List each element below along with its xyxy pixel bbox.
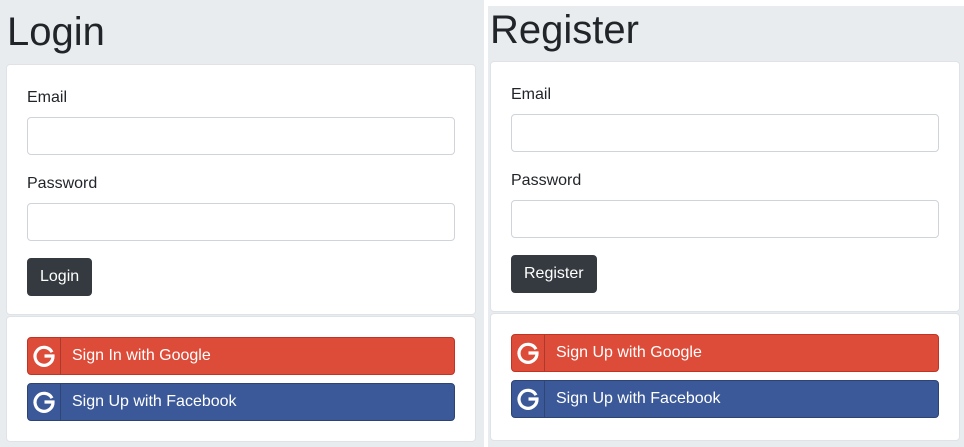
login-facebook-button[interactable]: Sign Up with Facebook: [27, 383, 455, 421]
register-password-input[interactable]: [511, 200, 939, 238]
register-password-label: Password: [511, 172, 582, 189]
register-google-button[interactable]: Sign Up with Google: [511, 334, 939, 372]
register-button[interactable]: Register: [511, 255, 597, 293]
login-email-input[interactable]: [27, 117, 455, 155]
register-form-card: Email Password Register: [490, 61, 960, 312]
register-facebook-button[interactable]: Sign Up with Facebook: [511, 380, 939, 418]
login-password-label: Password: [27, 175, 98, 192]
register-email-input[interactable]: [511, 114, 939, 152]
register-social-card: Sign Up with Google Sign Up with Faceboo…: [490, 313, 960, 441]
login-email-label: Email: [27, 89, 68, 106]
login-facebook-label: Sign Up with Facebook: [72, 393, 237, 410]
google-icon: [28, 384, 61, 420]
register-panel: Register Email Password Register Sign Up…: [488, 6, 964, 447]
register-email-label: Email: [511, 86, 552, 103]
login-title: Login: [7, 10, 105, 54]
register-google-label: Sign Up with Google: [556, 344, 702, 361]
login-button[interactable]: Login: [27, 258, 93, 296]
google-icon: [28, 338, 61, 374]
login-password-input[interactable]: [27, 203, 455, 241]
register-facebook-label: Sign Up with Facebook: [556, 390, 721, 407]
register-title: Register: [490, 8, 639, 52]
login-form-card: Email Password Login: [6, 64, 476, 315]
login-social-card: Sign In with Google Sign Up with Faceboo…: [6, 316, 476, 442]
login-google-label: Sign In with Google: [72, 347, 211, 364]
google-icon: [512, 335, 545, 371]
login-google-button[interactable]: Sign In with Google: [27, 337, 455, 375]
login-panel: Login Email Password Login Sign In with …: [0, 0, 484, 447]
google-icon: [512, 381, 545, 417]
